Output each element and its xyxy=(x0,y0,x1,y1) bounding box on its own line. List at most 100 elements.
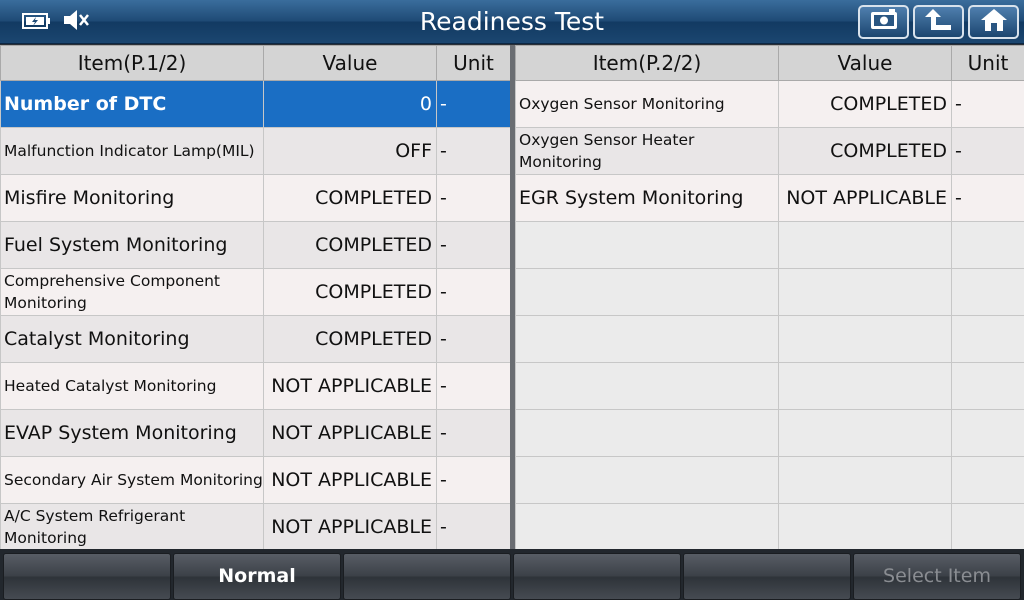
column-header-value: Value xyxy=(778,45,952,81)
item-name: Malfunction Indicator Lamp(MIL) xyxy=(0,127,264,175)
empty-cell xyxy=(515,409,779,457)
left-table-pane: Item(P.1/2) Value Unit Number of DTC 0 -… xyxy=(0,45,511,551)
select-item-button[interactable]: Select Item xyxy=(853,553,1021,600)
item-name: Catalyst Monitoring xyxy=(0,315,264,363)
empty-row xyxy=(515,503,1024,551)
item-name: Misfire Monitoring xyxy=(0,174,264,222)
empty-row xyxy=(515,268,1024,316)
empty-cell xyxy=(515,362,779,410)
item-value: COMPLETED xyxy=(263,221,437,269)
item-value: NOT APPLICABLE xyxy=(263,503,437,551)
column-header-unit: Unit xyxy=(436,45,511,81)
table-header-row: Item(P.2/2) Value Unit xyxy=(515,45,1024,81)
item-name: Comprehensive Component Monitoring xyxy=(0,268,264,316)
empty-row xyxy=(515,315,1024,363)
empty-cell xyxy=(951,315,1024,363)
item-name: Oxygen Sensor Monitoring xyxy=(515,80,779,128)
empty-cell xyxy=(778,221,952,269)
table-row[interactable]: Oxygen Sensor Heater Monitoring COMPLETE… xyxy=(515,127,1024,175)
back-button[interactable] xyxy=(913,5,964,39)
empty-cell xyxy=(778,315,952,363)
empty-cell xyxy=(778,456,952,504)
item-unit: - xyxy=(436,409,511,457)
empty-cell xyxy=(778,362,952,410)
item-value: NOT APPLICABLE xyxy=(263,456,437,504)
empty-cell xyxy=(951,268,1024,316)
empty-row xyxy=(515,362,1024,410)
item-value: 0 xyxy=(263,80,437,128)
toolbar-button-5[interactable] xyxy=(683,553,851,600)
item-name: EVAP System Monitoring xyxy=(0,409,264,457)
item-name: Number of DTC xyxy=(0,80,264,128)
empty-row xyxy=(515,456,1024,504)
toolbar-button-4[interactable] xyxy=(513,553,681,600)
left-data-table: Item(P.1/2) Value Unit Number of DTC 0 -… xyxy=(0,45,511,551)
item-unit: - xyxy=(436,174,511,222)
item-unit: - xyxy=(436,315,511,363)
table-header-row: Item(P.1/2) Value Unit xyxy=(0,45,511,81)
item-unit: - xyxy=(436,127,511,175)
column-header-item: Item(P.1/2) xyxy=(0,45,264,81)
item-value: OFF xyxy=(263,127,437,175)
empty-row xyxy=(515,409,1024,457)
item-name: EGR System Monitoring xyxy=(515,174,779,222)
right-table-pane: Item(P.2/2) Value Unit Oxygen Sensor Mon… xyxy=(515,45,1024,551)
empty-cell xyxy=(515,268,779,316)
column-header-unit: Unit xyxy=(951,45,1024,81)
screenshot-icon xyxy=(869,9,899,35)
empty-cell xyxy=(951,362,1024,410)
item-value: COMPLETED xyxy=(778,80,952,128)
table-row[interactable]: EGR System Monitoring NOT APPLICABLE - xyxy=(515,174,1024,222)
table-row[interactable]: Misfire Monitoring COMPLETED - xyxy=(0,174,511,222)
item-unit: - xyxy=(436,456,511,504)
item-name: Fuel System Monitoring xyxy=(0,221,264,269)
empty-row xyxy=(515,221,1024,269)
item-name: Secondary Air System Monitoring xyxy=(0,456,264,504)
empty-cell xyxy=(515,221,779,269)
item-unit: - xyxy=(951,127,1024,175)
empty-cell xyxy=(515,456,779,504)
home-button[interactable] xyxy=(968,5,1019,39)
item-unit: - xyxy=(436,362,511,410)
item-value: NOT APPLICABLE xyxy=(778,174,952,222)
item-value: COMPLETED xyxy=(263,315,437,363)
normal-button[interactable]: Normal xyxy=(173,553,341,600)
item-unit: - xyxy=(951,80,1024,128)
item-unit: - xyxy=(951,174,1024,222)
item-unit: - xyxy=(436,268,511,316)
empty-cell xyxy=(778,268,952,316)
item-name: Heated Catalyst Monitoring xyxy=(0,362,264,410)
item-value: NOT APPLICABLE xyxy=(263,409,437,457)
table-row[interactable]: EVAP System Monitoring NOT APPLICABLE - xyxy=(0,409,511,457)
bottom-toolbar: Normal Select Item xyxy=(0,549,1024,600)
table-row[interactable]: Catalyst Monitoring COMPLETED - xyxy=(0,315,511,363)
home-icon xyxy=(980,8,1008,36)
right-data-table: Item(P.2/2) Value Unit Oxygen Sensor Mon… xyxy=(515,45,1024,551)
item-value: COMPLETED xyxy=(263,268,437,316)
empty-cell xyxy=(951,456,1024,504)
screenshot-button[interactable] xyxy=(858,5,909,39)
toolbar-button-1[interactable] xyxy=(3,553,171,600)
table-row[interactable]: Number of DTC 0 - xyxy=(0,80,511,128)
empty-cell xyxy=(515,503,779,551)
empty-cell xyxy=(778,409,952,457)
item-value: NOT APPLICABLE xyxy=(263,362,437,410)
column-header-item: Item(P.2/2) xyxy=(515,45,779,81)
table-row[interactable]: Malfunction Indicator Lamp(MIL) OFF - xyxy=(0,127,511,175)
table-row[interactable]: Fuel System Monitoring COMPLETED - xyxy=(0,221,511,269)
toolbar-button-3[interactable] xyxy=(343,553,511,600)
table-row[interactable]: Comprehensive Component Monitoring COMPL… xyxy=(0,268,511,316)
item-value: COMPLETED xyxy=(263,174,437,222)
item-unit: - xyxy=(436,503,511,551)
table-row[interactable]: A/C System Refrigerant Monitoring NOT AP… xyxy=(0,503,511,551)
item-name: Oxygen Sensor Heater Monitoring xyxy=(515,127,779,175)
table-row[interactable]: Secondary Air System Monitoring NOT APPL… xyxy=(0,456,511,504)
item-unit: - xyxy=(436,80,511,128)
back-up-arrow-icon xyxy=(924,8,953,36)
empty-cell xyxy=(951,503,1024,551)
empty-cell xyxy=(515,315,779,363)
table-row[interactable]: Heated Catalyst Monitoring NOT APPLICABL… xyxy=(0,362,511,410)
item-name: A/C System Refrigerant Monitoring xyxy=(0,503,264,551)
item-value: COMPLETED xyxy=(778,127,952,175)
table-row[interactable]: Oxygen Sensor Monitoring COMPLETED - xyxy=(515,80,1024,128)
